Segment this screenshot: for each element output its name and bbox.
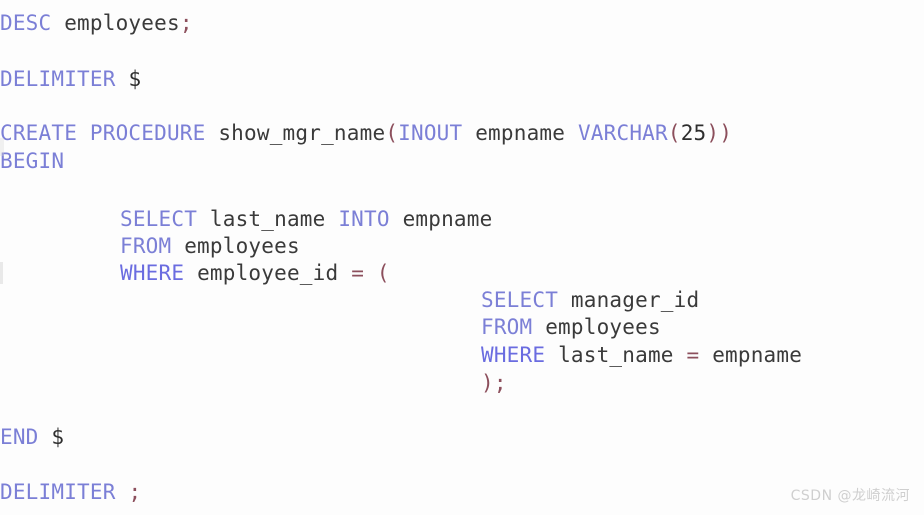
- line-desc-token-1: [51, 11, 64, 35]
- line-create-procedure-token-8: empname: [475, 121, 566, 145]
- line-where-employee-id-token-3: [338, 261, 351, 285]
- line-create-procedure-token-4: show_mgr_name: [218, 121, 386, 145]
- line-create-procedure-token-6: INOUT: [398, 121, 463, 145]
- line-where-employee-id-token-0: WHERE: [120, 261, 185, 285]
- line-select-last-name-token-4: INTO: [338, 207, 390, 231]
- line-where-last-name-token-5: [699, 343, 712, 367]
- line-delimiter-dollar-token-2: $: [128, 67, 142, 91]
- line-end-dollar: END $: [0, 424, 64, 450]
- line-from-employees-inner: FROM employees: [481, 314, 661, 340]
- line-where-last-name-token-0: WHERE: [481, 343, 546, 367]
- line-create-procedure-token-14: ): [719, 121, 733, 145]
- line-where-last-name-token-6: empname: [712, 343, 803, 367]
- line-create-procedure-token-2: PROCEDURE: [89, 121, 206, 145]
- line-create-procedure-token-7: [462, 121, 475, 145]
- line-from-employees-outer-token-2: employees: [184, 234, 300, 258]
- line-where-last-name-token-3: [674, 343, 687, 367]
- line-close-paren-token-0: ): [481, 371, 494, 395]
- line-create-procedure-token-13: ): [706, 121, 720, 145]
- scan-artifact-left: [0, 262, 3, 284]
- line-select-last-name: SELECT last_name INTO empname: [120, 206, 492, 232]
- line-where-employee-id-token-2: employee_id: [197, 261, 339, 285]
- line-from-employees-inner-token-1: [532, 315, 545, 339]
- line-select-manager-id-token-1: [558, 288, 571, 312]
- line-end-dollar-token-1: [39, 425, 52, 449]
- line-from-employees-outer: FROM employees: [120, 233, 300, 259]
- line-where-last-name-token-2: last_name: [558, 343, 674, 367]
- line-select-last-name-token-5: [390, 207, 403, 231]
- line-begin-token-0: BEGIN: [0, 149, 65, 173]
- line-create-procedure-token-10: VARCHAR: [577, 121, 668, 145]
- line-where-last-name: WHERE last_name = empname: [481, 342, 802, 368]
- line-select-manager-id: SELECT manager_id: [481, 287, 699, 313]
- sql-code-block: DESC employees; DELIMITER $ CREATE PROCEDU…: [0, 0, 924, 515]
- line-where-employee-id-token-6: (: [376, 261, 390, 285]
- line-create-procedure-token-12: 25: [680, 121, 707, 145]
- line-select-last-name-token-0: SELECT: [120, 207, 198, 231]
- line-where-last-name-token-4: =: [686, 343, 700, 367]
- line-delimiter-semicolon-token-2: ;: [128, 480, 142, 504]
- line-from-employees-outer-token-1: [171, 234, 184, 258]
- line-delimiter-semicolon-token-0: DELIMITER: [0, 480, 116, 504]
- line-end-dollar-token-0: END: [0, 425, 39, 449]
- line-where-last-name-token-1: [545, 343, 558, 367]
- line-desc-token-2: employees: [64, 11, 180, 35]
- line-close-paren: );: [481, 370, 507, 396]
- line-end-dollar-token-2: $: [51, 425, 65, 449]
- line-select-last-name-token-6: empname: [402, 207, 493, 231]
- line-delimiter-dollar-token-0: DELIMITER: [0, 67, 116, 91]
- line-where-employee-id-token-5: [364, 261, 377, 285]
- line-desc: DESC employees;: [0, 10, 193, 36]
- line-close-paren-token-1: ;: [493, 371, 507, 395]
- line-select-last-name-token-2: last_name: [209, 207, 326, 231]
- line-create-procedure-token-3: [206, 121, 219, 145]
- line-create-procedure-token-9: [565, 121, 578, 145]
- line-delimiter-semicolon-token-1: [116, 480, 129, 504]
- line-select-manager-id-token-2: manager_id: [570, 288, 700, 312]
- line-create-procedure: CREATE PROCEDURE show_mgr_name(INOUT emp…: [0, 120, 732, 146]
- line-desc-token-3: ;: [179, 11, 193, 35]
- line-where-employee-id: WHERE employee_id = (: [120, 260, 390, 286]
- line-select-last-name-token-3: [326, 207, 339, 231]
- line-delimiter-semicolon: DELIMITER ;: [0, 479, 141, 505]
- line-delimiter-dollar: DELIMITER $: [0, 66, 141, 92]
- line-create-procedure-token-1: [77, 121, 90, 145]
- line-delimiter-dollar-token-1: [116, 67, 129, 91]
- line-where-employee-id-token-1: [184, 261, 197, 285]
- line-from-employees-inner-token-0: FROM: [481, 315, 533, 339]
- code-screenshot: DESC employees; DELIMITER $ CREATE PROCEDU…: [0, 0, 924, 515]
- line-select-last-name-token-1: [197, 207, 210, 231]
- line-from-employees-outer-token-0: FROM: [120, 234, 172, 258]
- line-desc-token-0: DESC: [0, 11, 52, 35]
- scan-artifact-begin: [0, 138, 4, 156]
- line-begin: BEGIN: [0, 148, 64, 174]
- line-create-procedure-token-0: CREATE: [0, 121, 78, 145]
- line-from-employees-inner-token-2: employees: [545, 315, 661, 339]
- line-where-employee-id-token-4: =: [351, 261, 365, 285]
- line-create-procedure-token-5: (: [385, 121, 399, 145]
- line-create-procedure-token-11: (: [667, 121, 681, 145]
- line-select-manager-id-token-0: SELECT: [481, 288, 559, 312]
- csdn-watermark: CSDN @龙崎流河: [790, 488, 910, 504]
